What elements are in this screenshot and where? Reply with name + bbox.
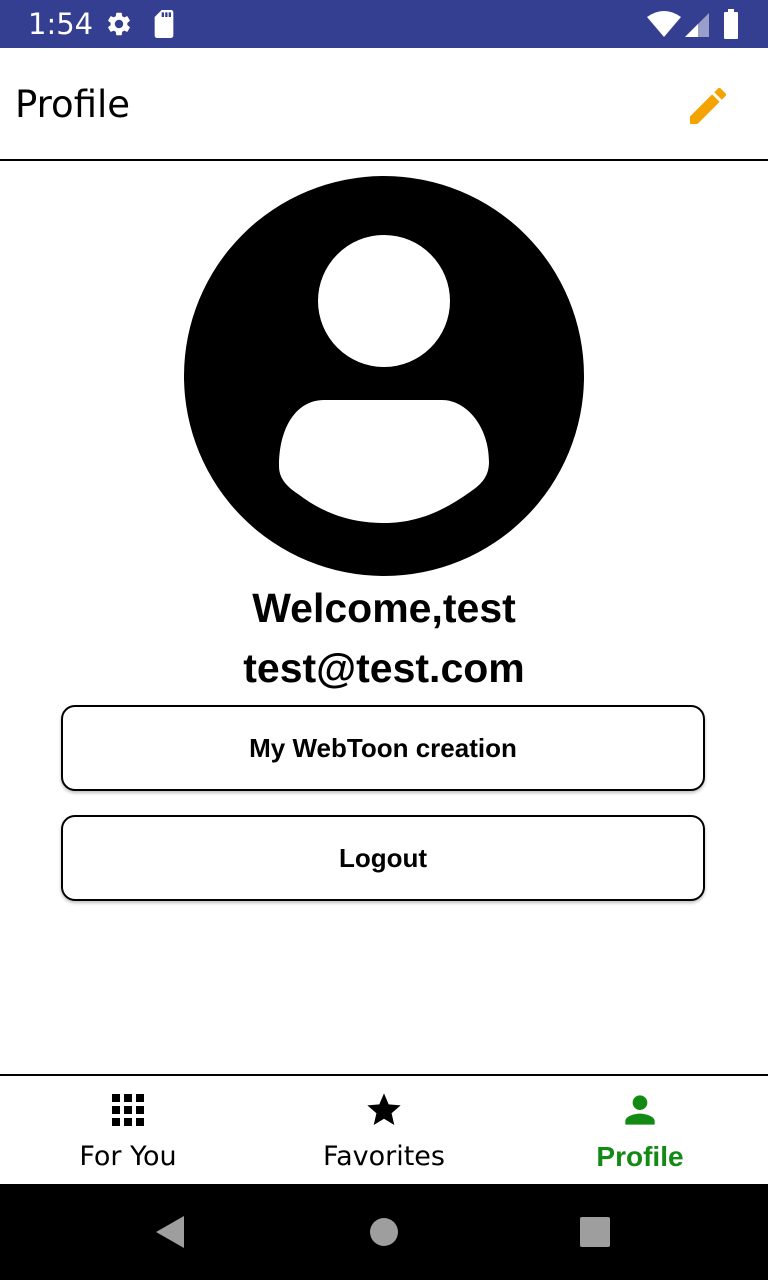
gear-icon [105, 10, 133, 43]
back-icon[interactable] [154, 1215, 186, 1254]
logout-label: Logout [338, 842, 428, 873]
my-webtoon-creation-button[interactable]: My WebToon creation [61, 705, 705, 791]
nav-label-favorites: Favorites [323, 1141, 445, 1172]
grid-icon [112, 1093, 144, 1131]
nav-item-favorites[interactable]: Favorites [256, 1076, 512, 1184]
star-icon [364, 1090, 404, 1135]
my-webtoon-creation-label: My WebToon creation [249, 732, 517, 763]
nav-label-profile: Profile [596, 1141, 684, 1172]
nav-item-for-you[interactable]: For You [0, 1076, 256, 1184]
signal-icon [684, 12, 710, 43]
home-icon[interactable] [369, 1217, 399, 1252]
battery-icon [723, 9, 739, 44]
app-bar: Profile [0, 48, 768, 161]
wifi-icon [646, 10, 682, 43]
welcome-message: Welcome,test [252, 585, 516, 631]
account-circle-icon [184, 176, 584, 576]
pencil-icon [684, 82, 732, 130]
status-time: 1:54 [28, 7, 94, 41]
profile-screen: 1:54 Profile Welcome,test test@test.com … [0, 0, 768, 1280]
nav-item-profile[interactable]: Profile [512, 1076, 768, 1184]
nav-label-for-you: For You [79, 1141, 177, 1172]
status-bar: 1:54 [0, 0, 768, 48]
bottom-navigation: For You Favorites Profile [0, 1074, 768, 1184]
edit-profile-button[interactable] [676, 74, 740, 138]
user-email: test@test.com [243, 645, 525, 691]
recents-icon[interactable] [580, 1217, 610, 1252]
page-title: Profile [15, 83, 131, 126]
logout-button[interactable]: Logout [61, 815, 705, 901]
sd-card-icon [152, 10, 176, 43]
system-navigation-bar [0, 1184, 768, 1280]
person-icon [618, 1088, 662, 1137]
